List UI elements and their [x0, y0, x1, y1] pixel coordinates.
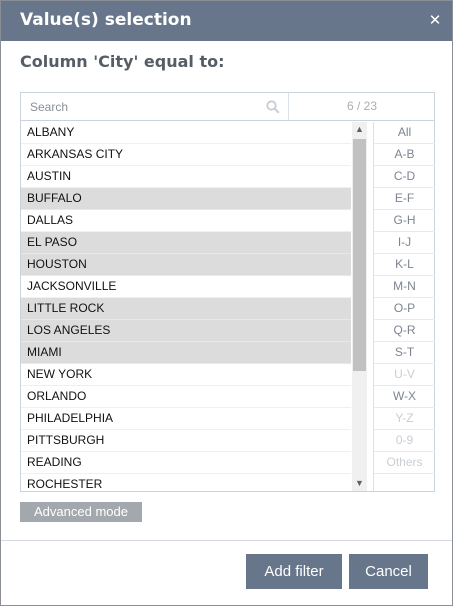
search-bar: 6 / 23 [21, 93, 434, 121]
alphabet-filter-button[interactable]: C-D [374, 166, 435, 188]
list-item[interactable]: LOS ANGELES [21, 320, 351, 342]
list-item[interactable]: JACKSONVILLE [21, 276, 351, 298]
alphabet-filter-button[interactable]: G-H [374, 210, 435, 232]
list-item[interactable]: READING [21, 452, 351, 474]
list-scrollbar[interactable]: ▲ ▼ [352, 122, 367, 491]
alphabet-filter-button: U-V [374, 364, 435, 386]
list-item[interactable]: PHILADELPHIA [21, 408, 351, 430]
search-icon[interactable] [266, 100, 280, 114]
cancel-button[interactable]: Cancel [349, 554, 428, 589]
list-item[interactable]: ROCHESTER [21, 474, 351, 491]
scroll-up-arrow-icon[interactable]: ▲ [352, 122, 367, 137]
alphabet-filter-button: Y-Z [374, 408, 435, 430]
alphabet-filter-button[interactable]: I-J [374, 232, 435, 254]
footer-divider [1, 540, 452, 541]
alphabet-filter-button: 0-9 [374, 430, 435, 452]
list-item[interactable]: BUFFALO [21, 188, 351, 210]
values-panel: 6 / 23 ALBANYARKANSAS CITYAUSTINBUFFALOD… [20, 92, 435, 492]
scroll-down-arrow-icon[interactable]: ▼ [352, 476, 367, 491]
search-input[interactable] [21, 93, 289, 120]
list-item[interactable]: AUSTIN [21, 166, 351, 188]
value-list: ALBANY ARKANSAS CITY AUSTIN BUFFALO DALLAS EL… [21, 122, 367, 491]
dialog-title: Value(s) selection [20, 10, 192, 30]
alphabet-filter: All A-B C-D E-F G-H I-J K-L M-N O-P Q-R S-T U-V W-X Y… [373, 122, 435, 491]
alphabet-filter-button[interactable]: O-P [374, 298, 435, 320]
list-item[interactable]: MIAMI [21, 342, 351, 364]
list-item[interactable]: ALBANY [21, 122, 351, 144]
alphabet-filter-button[interactable]: W-X [374, 386, 435, 408]
list-item[interactable]: DALLAS [21, 210, 351, 232]
alphabet-filter-button[interactable]: A-B [374, 144, 435, 166]
list-item[interactable]: HOUSTON [21, 254, 351, 276]
scrollbar-thumb[interactable] [353, 139, 366, 371]
list-item[interactable]: EL PASO [21, 232, 351, 254]
alphabet-filter-button: Others [374, 452, 435, 474]
dialog-title-bar: Value(s) selection ✕ [1, 1, 452, 41]
alphabet-filter-button[interactable]: E-F [374, 188, 435, 210]
alphabet-filter-button[interactable]: All [374, 122, 435, 144]
alphabet-filter-button[interactable]: Q-R [374, 320, 435, 342]
list-item[interactable]: LITTLE ROCK [21, 298, 351, 320]
list-item[interactable]: ORLANDO [21, 386, 351, 408]
close-icon[interactable]: ✕ [427, 11, 443, 29]
list-item[interactable]: ARKANSAS CITY [21, 144, 351, 166]
list-item[interactable]: PITTSBURGH [21, 430, 351, 452]
value-selection-dialog: Value(s) selection ✕ Column 'City' equal… [0, 0, 453, 606]
alphabet-filter-button[interactable]: M-N [374, 276, 435, 298]
advanced-mode-button[interactable]: Advanced mode [20, 502, 142, 522]
column-condition-heading: Column 'City' equal to: [20, 52, 225, 71]
alphabet-filter-button[interactable]: K-L [374, 254, 435, 276]
selection-counter: 6 / 23 [346, 99, 378, 113]
add-filter-button[interactable]: Add filter [246, 554, 342, 589]
list-item[interactable]: NEW YORK [21, 364, 351, 386]
alphabet-filter-button[interactable]: S-T [374, 342, 435, 364]
